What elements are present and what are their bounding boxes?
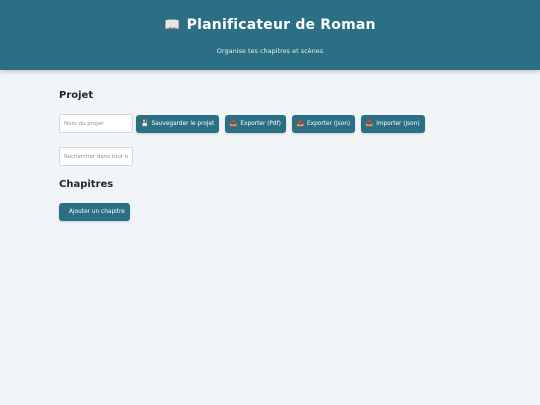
separator: · xyxy=(357,120,359,127)
export-icon: 📤 xyxy=(296,120,304,127)
app-title-text: Planificateur de Roman xyxy=(186,17,376,33)
export-pdf-button[interactable]: 📥 Exporter (Pdf) xyxy=(224,114,286,133)
search-row xyxy=(59,147,133,166)
chapters-section-title: Chapitres xyxy=(59,179,114,190)
separator: · xyxy=(221,120,223,127)
export-json-label: Exporter (json) xyxy=(307,120,351,127)
search-input[interactable] xyxy=(59,147,133,166)
book-icon: 📖 xyxy=(164,18,181,33)
import-json-label: Importer (json) xyxy=(376,120,420,127)
import-icon: 📥 xyxy=(365,120,374,127)
project-section-title: Projet xyxy=(59,90,94,101)
export-pdf-label: Exporter (Pdf) xyxy=(240,120,281,127)
chapters-toolbar: Ajouter un chapitre xyxy=(59,203,130,221)
app-header: 📖 Planificateur de Roman Organise tes cha… xyxy=(0,0,540,70)
import-json-button[interactable]: 📥 Importer (json) xyxy=(360,114,425,133)
export-json-button[interactable]: 📤 Exporter (json) xyxy=(291,114,356,133)
app-title: 📖 Planificateur de Roman xyxy=(0,17,540,33)
add-chapter-button[interactable]: Ajouter un chapitre xyxy=(59,203,130,221)
download-icon: 📥 xyxy=(229,120,238,127)
save-project-label: Sauvegarder le projet xyxy=(151,120,215,127)
save-icon: 💾 xyxy=(141,120,149,127)
project-toolbar: 💾 Sauvegarder le projet · 📥 Exporter (Pd… xyxy=(59,114,425,133)
project-name-input[interactable] xyxy=(59,114,133,133)
separator: · xyxy=(287,120,290,127)
save-project-button[interactable]: 💾 Sauvegarder le projet xyxy=(136,114,220,133)
app-subtitle: Organise tes chapitres et scènes xyxy=(216,47,324,55)
